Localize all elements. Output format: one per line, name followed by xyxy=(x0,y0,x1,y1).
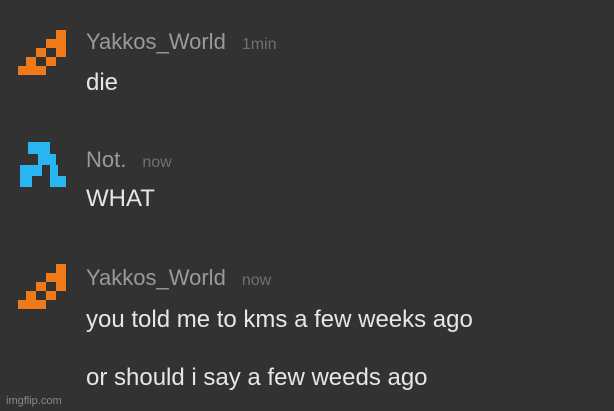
imgflip-watermark: imgflip.com xyxy=(6,395,62,407)
username[interactable]: Yakkos_World xyxy=(86,265,226,290)
message-text: or should i say a few weeds ago xyxy=(86,364,428,391)
avatar[interactable] xyxy=(16,262,68,310)
message-text: you told me to kms a few weeks ago xyxy=(86,306,473,333)
timestamp: now xyxy=(241,272,272,289)
message-header: Yakkos_World now xyxy=(86,265,271,291)
orange-pixel-icon xyxy=(18,264,66,309)
chat-message: Yakkos_World now you told me to kms a few… xyxy=(0,0,614,400)
